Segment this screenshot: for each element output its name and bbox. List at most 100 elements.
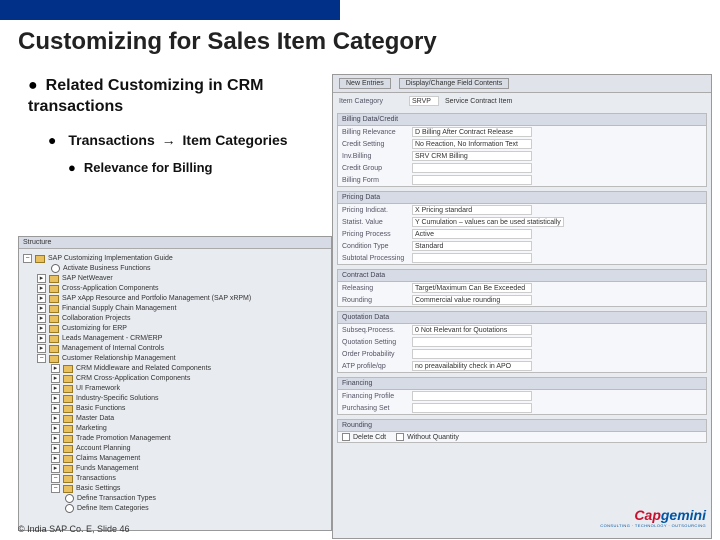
field-value[interactable]: No Reaction, No Information Text <box>412 139 532 149</box>
tree-node[interactable]: ▸Cross-Application Components <box>37 284 327 293</box>
field-value[interactable]: no preavailability check in APO <box>412 361 532 371</box>
expand-icon[interactable]: ▸ <box>37 274 46 283</box>
tree-node[interactable]: ▸Account Planning <box>51 444 327 453</box>
folder-icon <box>49 275 59 283</box>
folder-icon <box>63 385 73 393</box>
field-value[interactable]: D Billing After Contract Release <box>412 127 532 137</box>
field-row: Financing Profile <box>338 390 706 402</box>
field-value[interactable] <box>412 163 532 173</box>
field-label: Releasing <box>342 285 412 292</box>
tree-node[interactable]: −SAP Customizing Implementation Guide <box>23 254 327 263</box>
tree-node[interactable]: ▸Funds Management <box>51 464 327 473</box>
new-entries-button[interactable]: New Entries <box>339 78 391 89</box>
field-row: Order Probability <box>338 348 706 360</box>
tree-node[interactable]: ▸Collaboration Projects <box>37 314 327 323</box>
expand-icon[interactable]: ▸ <box>51 424 60 433</box>
field-value[interactable] <box>412 349 532 359</box>
expand-icon[interactable]: ▸ <box>51 414 60 423</box>
field-value[interactable]: X Pricing standard <box>412 205 532 215</box>
tree-node[interactable]: ▸Leads Management - CRM/ERP <box>37 334 327 343</box>
arrow-icon: → <box>162 132 176 148</box>
tree-node[interactable]: ▸ Marketing <box>51 424 327 433</box>
tree-node[interactable]: Define Item Categories <box>51 504 327 513</box>
field-value[interactable] <box>412 253 532 263</box>
tree-node[interactable]: ▸ Management of Internal Controls <box>37 344 327 353</box>
tree-node[interactable]: ▸Claims Management <box>51 454 327 463</box>
expand-icon[interactable]: ▸ <box>37 324 46 333</box>
folder-icon <box>49 315 59 323</box>
expand-icon[interactable]: − <box>37 354 46 363</box>
tree-node[interactable]: −Transactions <box>51 474 327 483</box>
expand-icon[interactable]: ▸ <box>51 444 60 453</box>
expand-icon[interactable]: ▸ <box>37 284 46 293</box>
change-fields-button[interactable]: Display/Change Field Contents <box>399 78 510 89</box>
expand-icon[interactable]: ▸ <box>51 364 60 373</box>
folder-icon <box>49 325 59 333</box>
tree-node[interactable]: ▸Customizing for ERP <box>37 324 327 333</box>
field-row: Billing RelevanceD Billing After Contrac… <box>338 126 706 138</box>
expand-icon[interactable]: ▸ <box>37 304 46 313</box>
tree-label: Marketing <box>76 425 107 432</box>
tree-node[interactable]: ▸CRM Cross-Application Components <box>51 374 327 383</box>
tree-node[interactable]: ▸Basic Functions <box>51 404 327 413</box>
field-value[interactable] <box>412 403 532 413</box>
tree-node[interactable]: ▸SAP xApp Resource and Portfolio Managem… <box>37 294 327 303</box>
folder-icon <box>35 255 45 263</box>
field-row: Pricing Indicat.X Pricing standard <box>338 204 706 216</box>
group-title: Billing Data/Credit <box>338 114 706 126</box>
field-value[interactable]: 0 Not Relevant for Quotations <box>412 325 532 335</box>
tree-node[interactable]: ▸CRM Middleware and Related Components <box>51 364 327 373</box>
clock-icon <box>51 264 60 273</box>
expand-icon[interactable]: ▸ <box>51 394 60 403</box>
tree-node[interactable]: ▸Trade Promotion Management <box>51 434 327 443</box>
checkbox[interactable] <box>396 433 404 441</box>
tree-label: SAP NetWeaver <box>62 275 113 282</box>
field-value[interactable]: SRV CRM Billing <box>412 151 532 161</box>
field-label: Order Probability <box>342 351 412 358</box>
expand-icon[interactable]: ▸ <box>37 294 46 303</box>
expand-icon[interactable]: − <box>51 474 60 483</box>
item-category-field[interactable]: SRVP <box>409 96 439 106</box>
expand-icon[interactable]: ▸ <box>51 434 60 443</box>
folder-icon <box>63 375 73 383</box>
field-value[interactable]: Standard <box>412 241 532 251</box>
field-value[interactable] <box>412 337 532 347</box>
field-value[interactable] <box>412 175 532 185</box>
expand-icon[interactable]: ▸ <box>37 314 46 323</box>
tree-node[interactable]: Activate Business Functions <box>37 264 327 273</box>
field-row: Credit SettingNo Reaction, No Informatio… <box>338 138 706 150</box>
field-value[interactable]: Commercial value rounding <box>412 295 532 305</box>
tree-node[interactable]: −Basic Settings <box>51 484 327 493</box>
folder-icon <box>49 285 59 293</box>
checkbox[interactable] <box>342 433 350 441</box>
label: Item Category <box>339 98 409 105</box>
field-label: Pricing Indicat. <box>342 207 412 214</box>
expand-icon[interactable]: − <box>23 254 32 263</box>
tree-node[interactable]: Define Transaction Types <box>51 494 327 503</box>
field-row: Subseq.Process.0 Not Relevant for Quotat… <box>338 324 706 336</box>
folder-icon <box>49 335 59 343</box>
tree-node[interactable]: ▸Industry-Specific Solutions <box>51 394 327 403</box>
field-value[interactable] <box>412 391 532 401</box>
expand-icon[interactable]: ▸ <box>51 454 60 463</box>
field-group: Billing Data/CreditBilling RelevanceD Bi… <box>337 113 707 187</box>
folder-icon <box>49 305 59 313</box>
expand-icon[interactable]: ▸ <box>51 374 60 383</box>
expand-icon[interactable]: ▸ <box>37 334 46 343</box>
field-value[interactable]: Y Cumulation – values can be used statis… <box>412 217 564 227</box>
tree-label: Management of Internal Controls <box>62 345 164 352</box>
tree-node[interactable]: ▸ SAP NetWeaver <box>37 274 327 283</box>
tree-node[interactable]: −Customer Relationship Management <box>37 354 327 363</box>
expand-icon[interactable]: ▸ <box>51 404 60 413</box>
expand-icon[interactable]: ▸ <box>37 344 46 353</box>
tree-node[interactable]: ▸ Financial Supply Chain Management <box>37 304 327 313</box>
expand-icon[interactable]: ▸ <box>51 384 60 393</box>
field-value[interactable]: Active <box>412 229 532 239</box>
tree-label: Define Transaction Types <box>77 495 156 502</box>
tree-label: Financial Supply Chain Management <box>62 305 176 312</box>
tree-node[interactable]: ▸UI Framework <box>51 384 327 393</box>
expand-icon[interactable]: − <box>51 484 60 493</box>
field-value[interactable]: Target/Maximum Can Be Exceeded <box>412 283 532 293</box>
tree-node[interactable]: ▸Master Data <box>51 414 327 423</box>
expand-icon[interactable]: ▸ <box>51 464 60 473</box>
